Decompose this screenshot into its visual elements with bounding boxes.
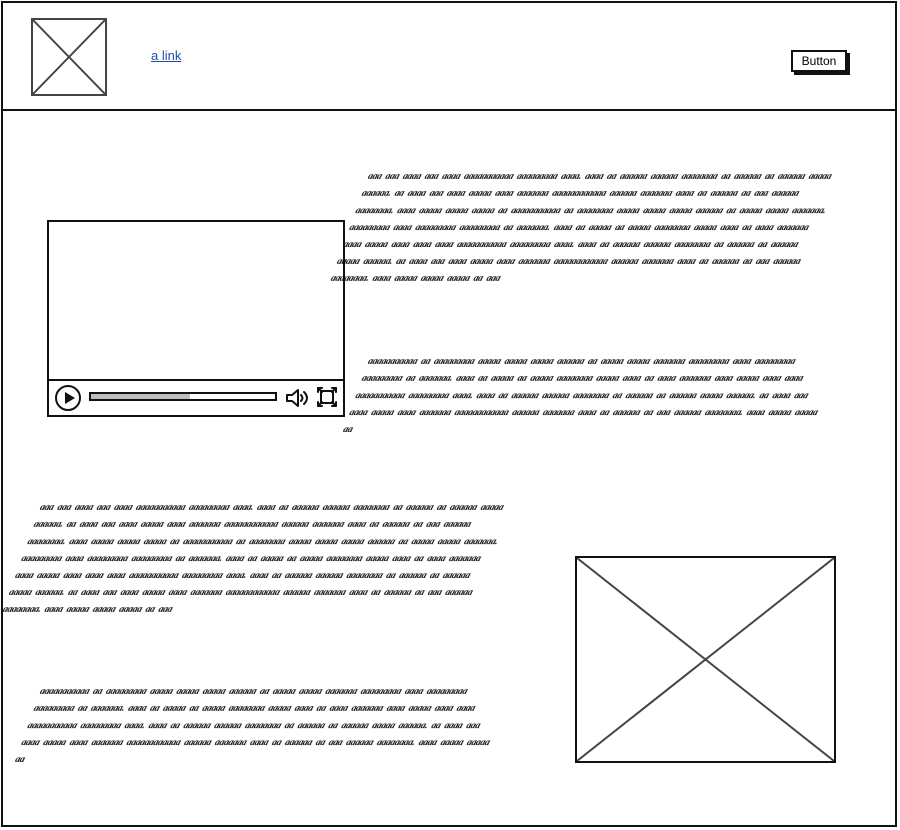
header-button[interactable]: Button xyxy=(791,50,847,72)
video-progress-fill xyxy=(91,394,191,399)
volume-icon[interactable] xyxy=(285,386,311,410)
text-block-3: aaa aaa aaaa aaa aaaa aaaaaaaaaaa aaaaaa… xyxy=(1,503,505,615)
image-placeholder-icon xyxy=(33,20,105,94)
logo-image-placeholder-icon xyxy=(31,18,107,96)
video-controls xyxy=(49,379,343,415)
header-link[interactable]: a link xyxy=(151,48,181,63)
content-image-placeholder xyxy=(575,556,836,763)
fullscreen-icon[interactable] xyxy=(315,385,339,409)
text-block-2: aaaaaaaaaaa aa aaaaaaaaa aaaaa aaaaa aaa… xyxy=(341,357,820,435)
header-bar: a link Button xyxy=(3,3,895,111)
page-frame: a link Button aaa aaa aaaa aaa aaaa aaaa… xyxy=(1,1,897,827)
play-icon[interactable] xyxy=(55,385,81,411)
text-block-1: aaa aaa aaaa aaa aaaa aaaaaaaaaaa aaaaaa… xyxy=(329,172,833,284)
video-player[interactable] xyxy=(47,220,345,417)
image-placeholder-icon xyxy=(577,558,834,761)
text-block-4: aaaaaaaaaaa aa aaaaaaaaa aaaaa aaaaa aaa… xyxy=(13,687,492,765)
video-progress-bar[interactable] xyxy=(89,392,277,401)
